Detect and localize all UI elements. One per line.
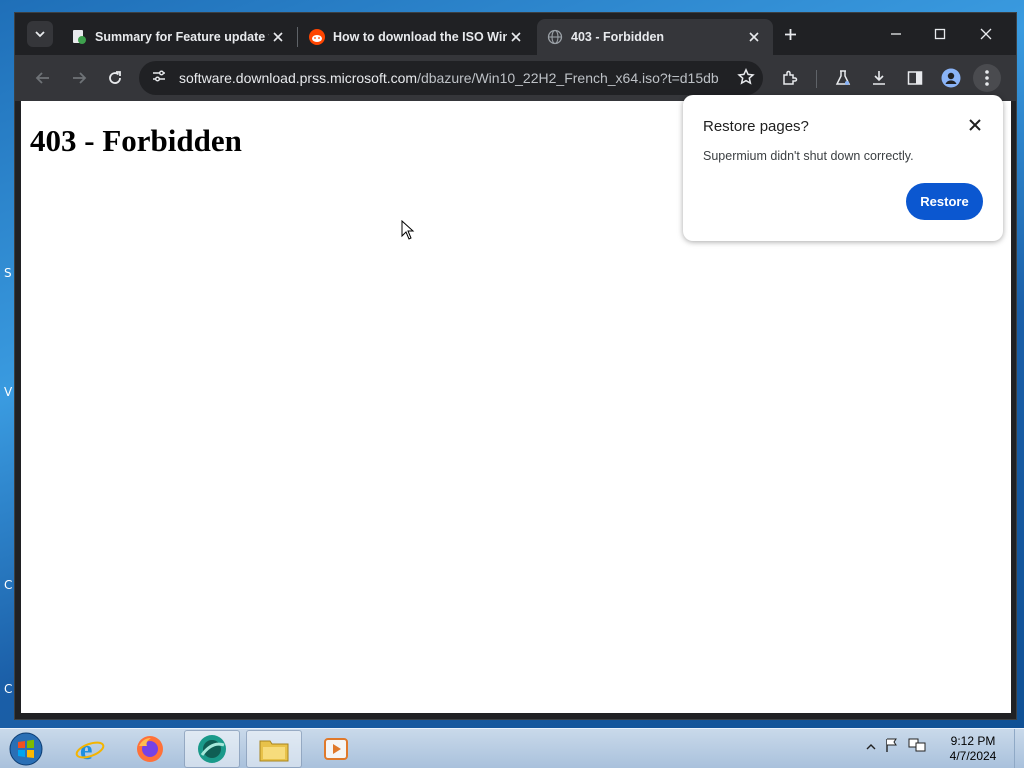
extensions-button[interactable]	[776, 64, 804, 92]
tab-summary-feature-update[interactable]: Summary for Feature update t	[61, 19, 297, 55]
url-path: /dbazure/Win10_22H2_French_x64.iso?t=d15…	[417, 70, 719, 86]
desktop-icon-label-fragment: C	[4, 578, 13, 592]
maximize-icon	[934, 28, 946, 40]
reload-icon	[109, 71, 121, 84]
firefox-icon	[137, 736, 163, 762]
restore-pages-dialog: Restore pages? Supermium didn't shut dow…	[683, 95, 1003, 241]
desktop-icon-label-fragment: C	[4, 682, 13, 696]
plus-icon	[784, 28, 796, 40]
windows-update-icon	[71, 29, 87, 45]
globe-icon	[547, 29, 563, 45]
minimize-button[interactable]	[881, 21, 911, 47]
tab-title: Summary for Feature update t	[95, 30, 269, 44]
tab-strip: Summary for Feature update t How to down…	[15, 13, 1016, 55]
reload-button[interactable]	[101, 64, 129, 92]
kebab-menu-icon	[985, 70, 989, 86]
toolbar-separator	[816, 70, 817, 88]
tab-title: How to download the ISO Win	[333, 30, 507, 44]
profile-button[interactable]	[937, 64, 965, 92]
bookmark-star-icon[interactable]	[737, 67, 755, 91]
menu-button[interactable]	[973, 64, 1001, 92]
taskbar-supermium[interactable]	[184, 730, 240, 768]
mouse-cursor-icon	[401, 219, 415, 245]
taskbar-file-explorer[interactable]	[246, 730, 302, 768]
puzzle-icon	[783, 70, 798, 85]
back-button[interactable]	[29, 64, 57, 92]
minimize-icon	[891, 33, 901, 35]
arrow-right-icon	[73, 72, 87, 84]
folder-icon	[259, 740, 289, 762]
url-host: software.download.prss.microsoft.com	[179, 70, 418, 86]
new-tab-button[interactable]	[779, 23, 801, 45]
tab-separator	[297, 27, 298, 47]
desktop-icon-label-fragment: V	[4, 385, 13, 399]
address-bar[interactable]: software.download.prss.microsoft.com/dba…	[139, 61, 763, 95]
side-panel-button[interactable]	[901, 64, 929, 92]
windows-start-orb-icon	[9, 732, 43, 766]
close-icon	[980, 28, 992, 40]
maximize-button[interactable]	[925, 21, 955, 47]
download-icon	[873, 71, 885, 85]
close-icon[interactable]	[965, 115, 985, 135]
restore-button[interactable]: Restore	[906, 183, 983, 220]
labs-button[interactable]	[829, 64, 857, 92]
side-panel-icon	[907, 71, 923, 85]
arrow-left-icon	[35, 72, 49, 84]
tab-403-forbidden[interactable]: 403 - Forbidden	[537, 19, 773, 55]
downloads-button[interactable]	[865, 64, 893, 92]
clock[interactable]: 9:12 PM 4/7/2024	[938, 734, 1008, 764]
tab-how-to-download-iso[interactable]: How to download the ISO Win	[299, 19, 535, 55]
supermium-browser-icon	[198, 735, 226, 763]
start-button[interactable]	[6, 730, 46, 768]
network-icon[interactable]	[908, 737, 926, 758]
taskbar-internet-explorer[interactable]: e	[62, 730, 118, 768]
chevron-down-icon	[35, 31, 45, 38]
close-tab-icon[interactable]	[269, 28, 287, 46]
reddit-icon	[309, 29, 325, 45]
flask-icon	[835, 70, 851, 85]
tab-title: 403 - Forbidden	[571, 30, 665, 44]
close-tab-icon[interactable]	[507, 28, 525, 46]
taskbar-firefox[interactable]	[122, 730, 178, 768]
clock-date: 4/7/2024	[949, 749, 997, 763]
desktop-icon-label-fragment: S	[4, 266, 12, 280]
show-desktop-button[interactable]	[1014, 729, 1024, 768]
site-settings-icon[interactable]	[151, 68, 167, 89]
close-tab-icon[interactable]	[745, 28, 763, 46]
internet-explorer-icon: e	[75, 735, 105, 764]
page-heading: 403 - Forbidden	[30, 123, 242, 158]
clock-time: 9:12 PM	[950, 734, 996, 748]
tab-search-button[interactable]	[27, 21, 53, 47]
media-player-icon	[324, 738, 348, 760]
url-text: software.download.prss.microsoft.com/dba…	[179, 70, 719, 86]
action-center-flag-icon[interactable]	[884, 737, 900, 758]
system-tray	[866, 737, 926, 758]
show-hidden-icons-chevron-icon[interactable]	[866, 739, 876, 757]
svg-text:e: e	[80, 735, 92, 764]
forward-button[interactable]	[65, 64, 93, 92]
taskbar-media-player[interactable]	[308, 730, 364, 768]
avatar-icon	[941, 68, 961, 88]
dialog-title: Restore pages?	[703, 118, 809, 135]
dialog-message: Supermium didn't shut down correctly.	[703, 149, 914, 163]
taskbar: e 9:12 PM 4/7/2024	[0, 728, 1024, 768]
close-window-button[interactable]	[971, 21, 1001, 47]
